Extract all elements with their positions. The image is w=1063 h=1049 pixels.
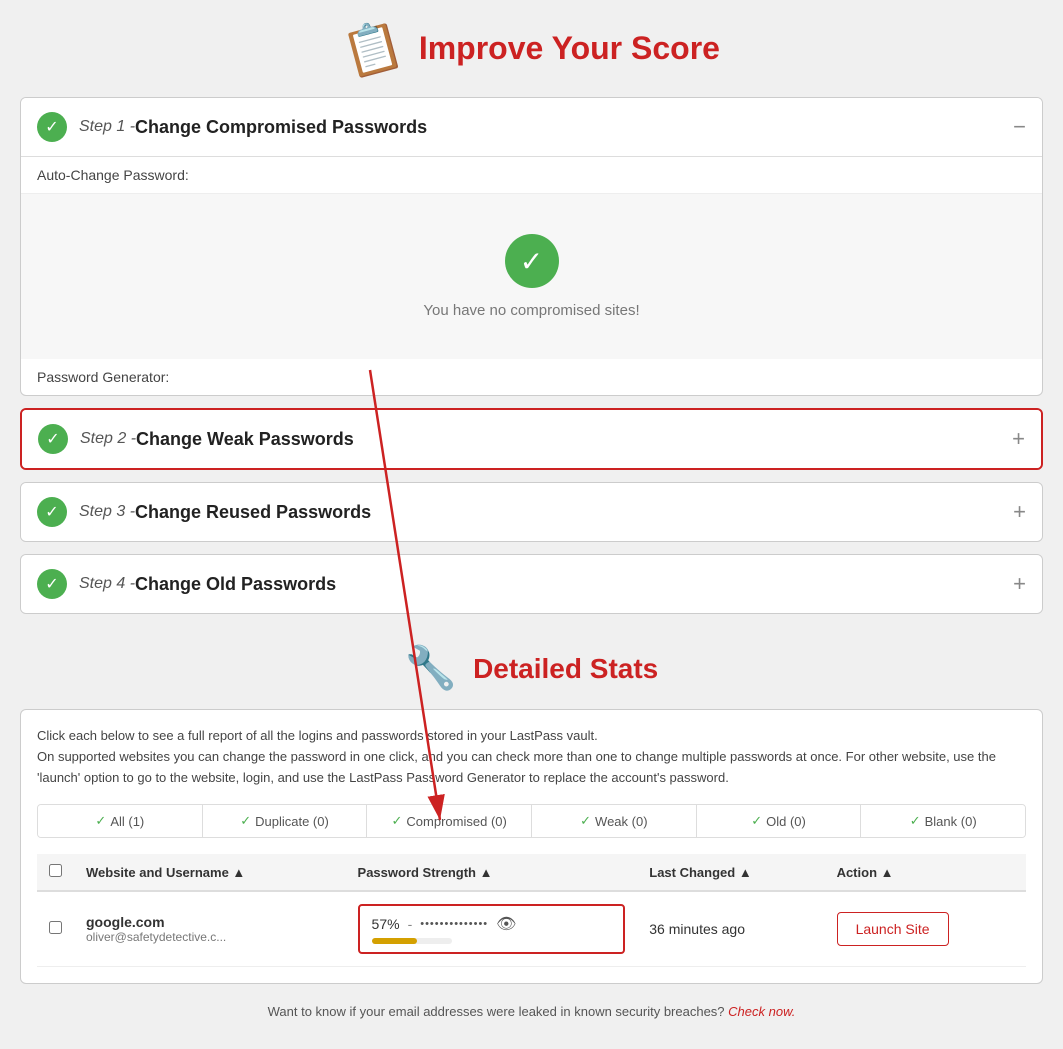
action-cell: Launch Site <box>825 891 1026 967</box>
step-2-header[interactable]: ✓ Step 2 - Change Weak Passwords + <box>22 410 1041 468</box>
strength-bar-container <box>372 938 452 944</box>
step-4-title: Change Old Passwords <box>135 574 336 595</box>
footer-note: Want to know if your email addresses wer… <box>20 1004 1043 1019</box>
strength-percent: 57% <box>372 916 400 932</box>
detailed-stats-header: 🔧 Detailed Stats <box>20 644 1043 693</box>
stats-card: Click each below to see a full report of… <box>20 709 1043 984</box>
filter-tab-compromised[interactable]: ✓ Compromised (0) <box>367 805 532 837</box>
last-changed-cell: 36 minutes ago <box>637 891 824 967</box>
step-4-label: Step 4 - <box>79 575 135 593</box>
filter-tab-dup-label: Duplicate (0) <box>255 814 329 829</box>
tab-dup-check: ✓ <box>240 813 251 829</box>
site-user: oliver@safetydetective.c... <box>86 930 334 944</box>
tools-icon: 🔧 <box>405 644 457 693</box>
col-website[interactable]: Website and Username ▲ <box>74 854 346 891</box>
filter-tab-blank[interactable]: ✓ Blank (0) <box>861 805 1025 837</box>
step-1-title: Change Compromised Passwords <box>135 117 427 138</box>
launch-site-button[interactable]: Launch Site <box>837 912 949 946</box>
no-compromised-area: ✓ You have no compromised sites! <box>21 194 1042 359</box>
footer-check-now-link[interactable]: Check now. <box>728 1004 795 1019</box>
step-4-card: ✓ Step 4 - Change Old Passwords + <box>20 554 1043 614</box>
step-2-toggle[interactable]: + <box>1012 426 1025 452</box>
password-strength-cell: 57% - •••••••••••••• 👁 <box>358 904 626 954</box>
tab-weak-check: ✓ <box>580 813 591 829</box>
tab-comp-check: ✓ <box>392 813 403 829</box>
filter-tab-weak-label: Weak (0) <box>595 814 648 829</box>
site-name: google.com <box>86 914 334 930</box>
filter-tab-comp-label: Compromised (0) <box>406 814 506 829</box>
filter-tabs: ✓ All (1) ✓ Duplicate (0) ✓ Compromised … <box>37 804 1026 838</box>
filter-tab-duplicate[interactable]: ✓ Duplicate (0) <box>203 805 368 837</box>
filter-tab-old[interactable]: ✓ Old (0) <box>697 805 862 837</box>
page-wrapper: 📋 Improve Your Score ✓ Step 1 - Change C… <box>20 20 1043 1019</box>
page-header: 📋 Improve Your Score <box>20 20 1043 77</box>
last-changed-value: 36 minutes ago <box>649 921 745 937</box>
tab-blank-check: ✓ <box>910 813 921 829</box>
filter-tab-old-label: Old (0) <box>766 814 806 829</box>
col-strength[interactable]: Password Strength ▲ <box>346 854 638 891</box>
site-info: google.com oliver@safetydetective.c... <box>86 914 334 944</box>
step-2-title: Change Weak Passwords <box>136 429 354 450</box>
filter-tab-all-label: All (1) <box>110 814 144 829</box>
stats-desc-line2: On supported websites you can change the… <box>37 749 996 785</box>
stats-description: Click each below to see a full report of… <box>37 726 1026 788</box>
data-table: Website and Username ▲ Password Strength… <box>37 854 1026 967</box>
row-checkbox[interactable] <box>49 921 62 934</box>
col-last-changed[interactable]: Last Changed ▲ <box>637 854 824 891</box>
step-1-check-icon: ✓ <box>37 112 67 142</box>
clipboard-icon: 📋 <box>337 13 409 84</box>
step-3-header[interactable]: ✓ Step 3 - Change Reused Passwords + <box>21 483 1042 541</box>
table-row: google.com oliver@safetydetective.c... 5… <box>37 891 1026 967</box>
table-body: google.com oliver@safetydetective.c... 5… <box>37 891 1026 967</box>
step-4-toggle[interactable]: + <box>1013 571 1026 597</box>
table-header: Website and Username ▲ Password Strength… <box>37 854 1026 891</box>
step-1-card: ✓ Step 1 - Change Compromised Passwords … <box>20 97 1043 396</box>
strength-info: 57% - •••••••••••••• 👁 <box>372 914 517 944</box>
step-3-card: ✓ Step 3 - Change Reused Passwords + <box>20 482 1043 542</box>
step-1-toggle[interactable]: − <box>1013 114 1026 140</box>
step-3-title: Change Reused Passwords <box>135 502 371 523</box>
password-gen-label: Password Generator: <box>21 359 1042 395</box>
no-compromised-text: You have no compromised sites! <box>423 302 639 319</box>
step-3-toggle[interactable]: + <box>1013 499 1026 525</box>
col-checkbox <box>37 854 74 891</box>
password-dots: •••••••••••••• <box>420 918 488 930</box>
filter-tab-blank-label: Blank (0) <box>925 814 977 829</box>
site-info-cell: google.com oliver@safetydetective.c... <box>74 891 346 967</box>
step-3-check-icon: ✓ <box>37 497 67 527</box>
page-title: Improve Your Score <box>419 30 720 67</box>
tab-old-check: ✓ <box>751 813 762 829</box>
detailed-stats-title: Detailed Stats <box>473 653 658 685</box>
step-1-content: Auto-Change Password: ✓ You have no comp… <box>21 156 1042 395</box>
eye-icon[interactable]: 👁 <box>496 914 516 934</box>
row-checkbox-cell <box>37 891 74 967</box>
select-all-checkbox[interactable] <box>49 864 62 877</box>
step-3-label: Step 3 - <box>79 503 135 521</box>
tab-all-check: ✓ <box>95 813 106 829</box>
step-1-label: Step 1 - <box>79 118 135 136</box>
step-4-check-icon: ✓ <box>37 569 67 599</box>
auto-change-label: Auto-Change Password: <box>21 157 1042 194</box>
step-2-label: Step 2 - <box>80 430 136 448</box>
filter-tab-weak[interactable]: ✓ Weak (0) <box>532 805 697 837</box>
step-2-card: ✓ Step 2 - Change Weak Passwords + <box>20 408 1043 470</box>
step-2-check-icon: ✓ <box>38 424 68 454</box>
stats-desc-line1: Click each below to see a full report of… <box>37 728 598 743</box>
no-compromised-check-icon: ✓ <box>505 234 559 288</box>
step-1-header[interactable]: ✓ Step 1 - Change Compromised Passwords … <box>21 98 1042 156</box>
col-action[interactable]: Action ▲ <box>825 854 1026 891</box>
footer-note-text: Want to know if your email addresses wer… <box>268 1004 725 1019</box>
filter-tab-all[interactable]: ✓ All (1) <box>38 805 203 837</box>
password-strength-cell-wrapper: 57% - •••••••••••••• 👁 <box>346 891 638 967</box>
step-4-header[interactable]: ✓ Step 4 - Change Old Passwords + <box>21 555 1042 613</box>
strength-bar <box>372 938 418 944</box>
